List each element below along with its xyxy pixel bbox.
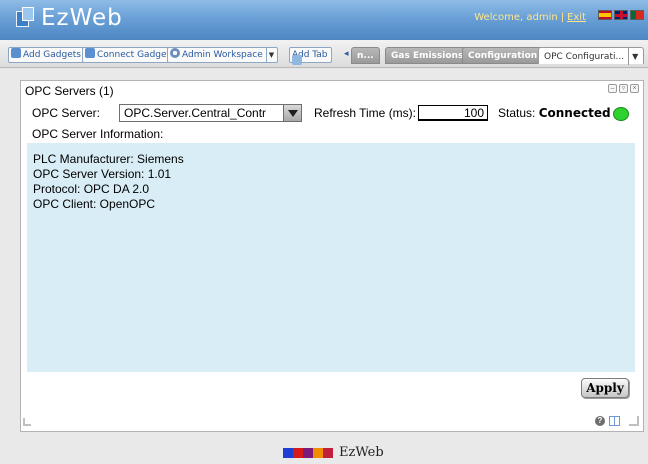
footer-logo: EzWeb	[283, 445, 384, 460]
help-icon[interactable]: ?	[595, 416, 605, 426]
ezweb-logo-icon	[16, 7, 34, 29]
server-info-panel: PLC Manufacturer: Siemens OPC Server Ver…	[27, 143, 635, 372]
language-flags	[598, 10, 644, 20]
resize-handle-left-icon[interactable]	[23, 418, 31, 426]
workspace-selector[interactable]: Admin Workspace ▼	[167, 47, 279, 63]
add-gadgets-button[interactable]: Add Gadgets	[8, 47, 85, 63]
status-value: Connected	[538, 106, 611, 120]
workspace-label: Admin Workspace	[182, 50, 263, 60]
status-indicator-icon	[613, 107, 629, 121]
welcome-area: Welcome, admin | Exit	[474, 12, 586, 23]
chevron-down-icon[interactable]: ▼	[265, 48, 274, 62]
portuguese-flag-icon[interactable]	[630, 10, 644, 20]
gadget-window-controls: – ▿ ×	[608, 84, 639, 93]
opc-servers-gadget: OPC Servers (1) – ▿ × OPC Server: OPC.Se…	[20, 80, 644, 432]
gadget-title: OPC Servers (1)	[25, 84, 114, 98]
refresh-time-input[interactable]: 100	[418, 105, 488, 121]
catalogue-icon	[11, 48, 21, 58]
minimize-icon[interactable]: –	[608, 84, 617, 93]
grid-icon[interactable]	[609, 416, 620, 426]
close-icon[interactable]: ×	[630, 84, 639, 93]
logo-block	[303, 447, 313, 458]
logo-block	[323, 447, 333, 458]
add-tab-button[interactable]: Add Tab	[289, 47, 332, 65]
english-flag-icon[interactable]	[614, 10, 628, 20]
info-line: OPC Client: OpenOPC	[33, 197, 156, 211]
logo-block	[293, 447, 303, 458]
connect-gadgets-label: Connect Gadgets	[97, 50, 175, 60]
logo-block	[313, 447, 323, 458]
refresh-time-label: Refresh Time (ms):	[314, 106, 417, 120]
info-line: OPC Server Version: 1.01	[33, 167, 172, 181]
opc-server-select[interactable]: OPC.Server.Central_Contr	[119, 104, 302, 122]
opc-server-label: OPC Server:	[32, 106, 101, 120]
gear-icon	[170, 48, 180, 58]
info-line: Protocol: OPC DA 2.0	[33, 182, 150, 196]
apply-button[interactable]: Apply	[581, 378, 629, 398]
ezweb-blocks-icon	[283, 447, 333, 458]
tab-opc-configuration-label: OPC Configurati...	[544, 52, 625, 62]
tab-configuration[interactable]: Configuration	[462, 47, 544, 64]
wiring-icon	[85, 48, 95, 58]
toolbar: Add Gadgets Connect Gadgets Admin Worksp…	[0, 40, 648, 68]
add-gadgets-label: Add Gadgets	[23, 50, 81, 60]
add-tab-icon	[292, 55, 302, 65]
status-area: Status: Connected	[498, 106, 611, 120]
app-name: EzWeb	[41, 5, 123, 31]
gadget-footer: ?	[21, 412, 643, 432]
opc-server-value: OPC.Server.Central_Contr	[124, 106, 267, 120]
status-label: Status:	[498, 106, 536, 120]
tab-gas-emissions[interactable]: Gas Emissions	[385, 47, 470, 64]
tab-opc-configuration[interactable]: OPC Configurati... ▼	[538, 47, 645, 65]
app-header: EzWeb Welcome, admin | Exit	[0, 0, 648, 40]
exit-link[interactable]: Exit	[567, 12, 586, 23]
info-line: PLC Manufacturer: Siemens	[33, 152, 184, 166]
resize-handle-right-icon[interactable]	[629, 416, 639, 426]
tab-truncated[interactable]: n...	[351, 47, 380, 64]
tab-scroll-left-icon[interactable]: ◂	[344, 48, 349, 59]
welcome-text: Welcome, admin	[474, 12, 558, 23]
connect-gadgets-button[interactable]: Connect Gadgets	[82, 47, 179, 63]
tab-menu-chevron-icon[interactable]: ▼	[628, 48, 638, 65]
logo-block	[283, 447, 293, 458]
spanish-flag-icon[interactable]	[598, 10, 612, 20]
settings-icon[interactable]: ▿	[619, 84, 628, 93]
server-info-heading: OPC Server Information:	[32, 127, 164, 141]
welcome-separator: |	[560, 12, 565, 23]
footer-name: EzWeb	[339, 445, 384, 460]
chevron-down-icon[interactable]	[283, 105, 301, 121]
